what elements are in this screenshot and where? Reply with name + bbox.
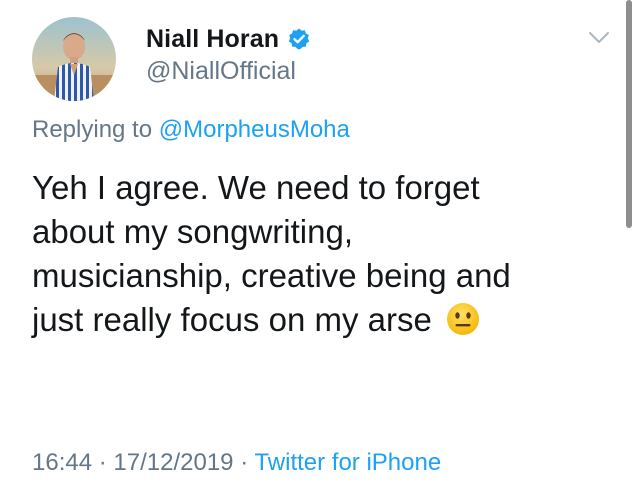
tweet-text-line: Yeh I agree. We need to forget — [32, 169, 480, 206]
avatar-photo — [32, 17, 116, 101]
tweet-text-line: just really focus on my arse — [32, 301, 432, 338]
neutral-face-emoji-icon — [446, 302, 480, 336]
avatar[interactable] — [32, 17, 116, 101]
user-handle[interactable]: @NiallOfficial — [146, 57, 296, 86]
tweet-text: Yeh I agree. We need to forget about my … — [32, 166, 622, 342]
tweet-card: Niall Horan @NiallOfficial Replying to @… — [0, 0, 639, 495]
verified-badge-icon — [287, 27, 311, 51]
tweet-text-line: about my songwriting, — [32, 213, 353, 250]
tweet-date[interactable]: 17/12/2019 — [113, 449, 233, 476]
tweet-meta: 16:44 · 17/12/2019 · Twitter for iPhone — [32, 449, 441, 477]
tweet-source-link[interactable]: Twitter for iPhone — [254, 449, 441, 476]
tweet-text-last-line: just really focus on my arse — [32, 298, 622, 342]
scrollbar-thumb[interactable] — [626, 0, 632, 228]
replying-to-line: Replying to @MorpheusMoha — [32, 116, 350, 144]
meta-separator: · — [240, 449, 249, 476]
tweet-time[interactable]: 16:44 — [32, 449, 92, 476]
replying-to-label: Replying to — [32, 116, 159, 143]
meta-separator: · — [98, 449, 107, 476]
user-name-row[interactable]: Niall Horan — [146, 22, 311, 56]
display-name[interactable]: Niall Horan — [146, 25, 279, 54]
reply-mention-link[interactable]: @MorpheusMoha — [159, 116, 350, 143]
tweet-text-line: musicianship, creative being and — [32, 257, 511, 294]
chevron-down-icon[interactable] — [587, 30, 611, 46]
